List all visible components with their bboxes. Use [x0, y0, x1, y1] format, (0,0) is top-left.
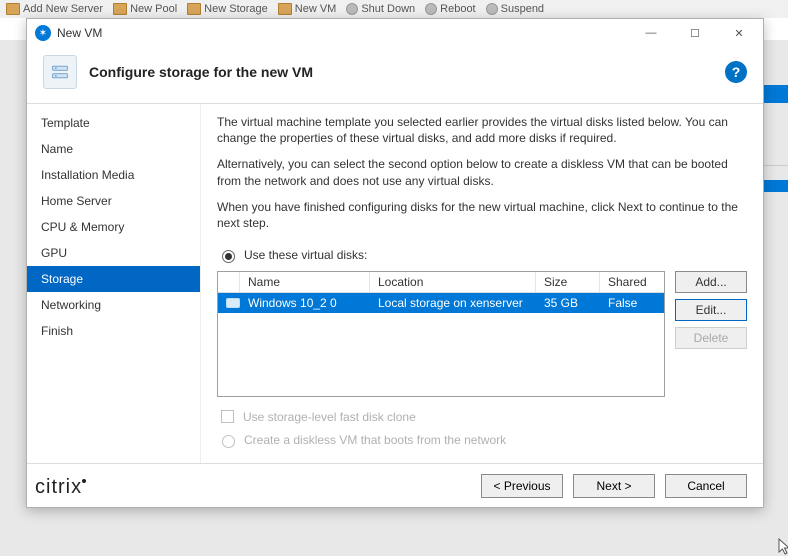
wizard-steps: Template Name Installation Media Home Se… [27, 104, 201, 463]
mouse-cursor-icon [777, 538, 788, 556]
wizard-content: The virtual machine template you selecte… [201, 104, 763, 463]
step-networking[interactable]: Networking [27, 292, 200, 318]
app-toolbar: Add New Server New Pool New Storage New … [0, 0, 788, 18]
toolbar-suspend[interactable]: Suspend [486, 3, 544, 15]
option-use-disks[interactable]: Use these virtual disks: [217, 247, 747, 263]
close-button[interactable]: ✕ [717, 19, 761, 47]
disks-table[interactable]: Name Location Size Shared Windows 10_2 0… [217, 271, 665, 397]
step-gpu[interactable]: GPU [27, 240, 200, 266]
toolbar-new-vm[interactable]: New VM [278, 3, 337, 15]
step-storage[interactable]: Storage [27, 266, 200, 292]
table-row[interactable]: Windows 10_2 0 Local storage on xenserve… [218, 293, 664, 313]
toolbar-shutdown[interactable]: Shut Down [346, 3, 415, 15]
col-shared[interactable]: Shared [600, 272, 664, 292]
checkbox-fast-clone [221, 410, 234, 423]
help-button[interactable]: ? [725, 61, 747, 83]
toolbar-add-server[interactable]: Add New Server [6, 3, 103, 15]
table-header: Name Location Size Shared [218, 272, 664, 293]
option-fast-clone: Use storage-level fast disk clone [217, 407, 747, 426]
minimize-button[interactable]: — [629, 19, 673, 47]
edit-disk-button[interactable]: Edit... [675, 299, 747, 321]
option-diskless: Create a diskless VM that boots from the… [217, 432, 747, 448]
disk-icon [226, 298, 240, 308]
new-vm-dialog: ✶ New VM — ☐ ✕ Configure storage for the… [26, 18, 764, 508]
step-template[interactable]: Template [27, 110, 200, 136]
previous-button[interactable]: < Previous [481, 474, 563, 498]
step-cpu-memory[interactable]: CPU & Memory [27, 214, 200, 240]
step-home-server[interactable]: Home Server [27, 188, 200, 214]
window-title: New VM [57, 26, 102, 40]
radio-diskless [222, 435, 235, 448]
col-icon [218, 272, 240, 292]
cell-size: 35 GB [536, 293, 600, 313]
cell-shared: False [600, 293, 664, 313]
wizard-footer: < Previous Next > Cancel [27, 463, 763, 507]
next-button[interactable]: Next > [573, 474, 655, 498]
step-installation-media[interactable]: Installation Media [27, 162, 200, 188]
col-location[interactable]: Location [370, 272, 536, 292]
radio-use-disks-label: Use these virtual disks: [244, 248, 367, 262]
radio-diskless-label: Create a diskless VM that boots from the… [244, 433, 506, 447]
intro-paragraph-2: Alternatively, you can select the second… [217, 156, 747, 188]
brand-logo: citrix [35, 476, 86, 499]
toolbar-new-storage[interactable]: New Storage [187, 3, 268, 15]
step-name[interactable]: Name [27, 136, 200, 162]
cell-name: Windows 10_2 0 [240, 293, 370, 313]
storage-icon [43, 55, 77, 89]
radio-use-disks[interactable] [222, 250, 235, 263]
intro-paragraph-3: When you have finished configuring disks… [217, 199, 747, 231]
col-size[interactable]: Size [536, 272, 600, 292]
page-title: Configure storage for the new VM [89, 64, 313, 80]
col-name[interactable]: Name [240, 272, 370, 292]
maximize-button[interactable]: ☐ [673, 19, 717, 47]
delete-disk-button: Delete [675, 327, 747, 349]
add-disk-button[interactable]: Add... [675, 271, 747, 293]
wizard-header: Configure storage for the new VM ? [27, 47, 763, 104]
cell-location: Local storage on xenserver [370, 293, 536, 313]
app-icon: ✶ [35, 25, 51, 41]
intro-paragraph-1: The virtual machine template you selecte… [217, 114, 747, 146]
step-finish[interactable]: Finish [27, 318, 200, 344]
cancel-button[interactable]: Cancel [665, 474, 747, 498]
fast-clone-label: Use storage-level fast disk clone [243, 410, 416, 424]
toolbar-new-pool[interactable]: New Pool [113, 3, 177, 15]
toolbar-reboot[interactable]: Reboot [425, 3, 475, 15]
titlebar[interactable]: ✶ New VM — ☐ ✕ [27, 19, 763, 47]
